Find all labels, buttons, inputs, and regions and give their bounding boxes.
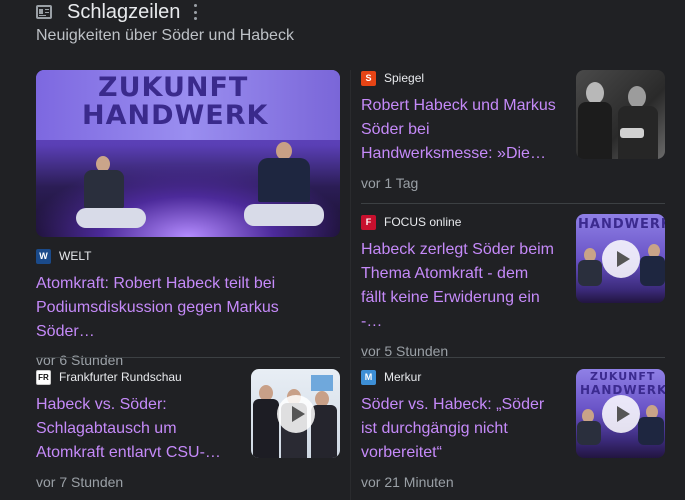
focus-logo-icon: F (361, 214, 376, 230)
section-title: Schlagzeilen (67, 0, 181, 23)
article-video-focus[interactable]: HANDWERK (576, 214, 665, 303)
article-card-focus[interactable]: F FOCUS online Habeck zerlegt Söder beim… (361, 214, 561, 359)
article-image-welt[interactable]: ZUKUNFT HANDWERK (36, 70, 340, 237)
article-headline[interactable]: Robert Habeck und Markus Söder bei Handw… (361, 94, 557, 166)
divider (361, 203, 665, 204)
image-banner-text: ZUKUNFT (98, 72, 249, 103)
welt-logo-icon: W (36, 248, 51, 264)
more-options-icon[interactable] (194, 4, 198, 20)
play-icon[interactable] (276, 394, 315, 433)
source-name: FOCUS online (384, 215, 462, 229)
article-time: vor 21 Minuten (361, 474, 454, 490)
article-time: vor 1 Tag (361, 175, 419, 191)
spiegel-logo-icon: S (361, 70, 376, 86)
article-video-fr[interactable] (251, 369, 340, 458)
column-divider (350, 70, 351, 500)
newspaper-icon (36, 5, 52, 19)
source-name: Frankfurter Rundschau (59, 370, 182, 384)
article-time: vor 6 Stunden (36, 352, 124, 368)
article-source: M Merkur (361, 369, 561, 385)
article-source: F FOCUS online (361, 214, 561, 230)
article-image-spiegel[interactable] (576, 70, 665, 159)
article-headline[interactable]: Söder vs. Habeck: „Söder ist durchgängig… (361, 393, 557, 465)
article-source: FR Frankfurter Rundschau (36, 369, 236, 385)
article-card-merkur[interactable]: M Merkur Söder vs. Habeck: „Söder ist du… (361, 369, 561, 490)
play-icon[interactable] (601, 239, 640, 278)
article-headline[interactable]: Habeck zerlegt Söder beim Thema Atomkraf… (361, 238, 557, 334)
article-video-merkur[interactable]: ZUKUNFT HANDWERK (576, 369, 665, 458)
section-subtitle: Neuigkeiten über Söder und Habeck (36, 27, 294, 44)
divider (361, 357, 665, 358)
article-source: W WELT (36, 248, 340, 264)
article-headline[interactable]: Atomkraft: Robert Habeck teilt bei Podiu… (36, 272, 336, 344)
article-card-welt[interactable]: W WELT Atomkraft: Robert Habeck teilt be… (36, 248, 340, 368)
source-name: Merkur (384, 370, 422, 384)
section-header: Schlagzeilen (36, 0, 198, 24)
image-banner-text: HANDWERK (82, 100, 269, 131)
source-name: Spiegel (384, 71, 425, 85)
article-card-fr[interactable]: FR Frankfurter Rundschau Habeck vs. Söde… (36, 369, 236, 490)
divider (36, 357, 340, 358)
article-time: vor 7 Stunden (36, 474, 124, 490)
image-banner-text: HANDWERK (578, 217, 665, 232)
image-banner-text: ZUKUNFT (590, 370, 656, 383)
article-headline[interactable]: Habeck vs. Söder: Schlagabtausch um Atom… (36, 393, 232, 465)
play-icon[interactable] (601, 394, 640, 433)
article-card-spiegel[interactable]: S Spiegel Robert Habeck und Markus Söder… (361, 70, 561, 191)
merkur-logo-icon: M (361, 369, 376, 385)
article-source: S Spiegel (361, 70, 561, 86)
source-name: WELT (59, 249, 92, 263)
fr-logo-icon: FR (36, 369, 51, 385)
